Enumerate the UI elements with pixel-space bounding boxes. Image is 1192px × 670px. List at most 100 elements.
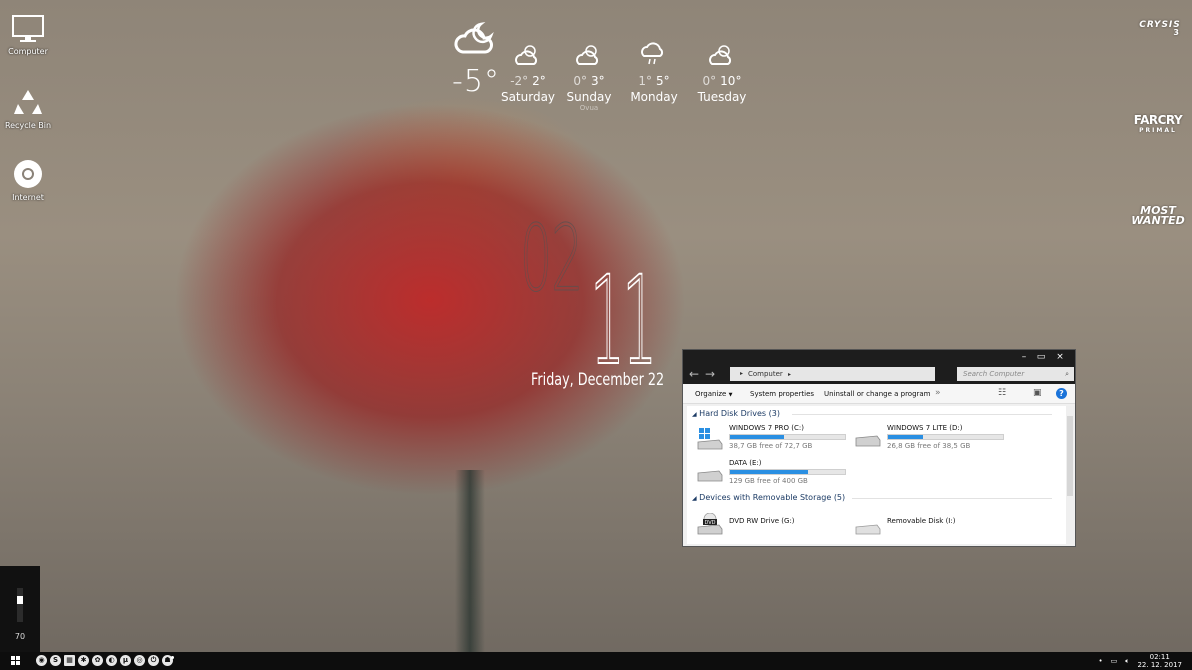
windows-drive-icon <box>697 428 723 450</box>
desktop-icon-internet[interactable]: Internet <box>4 158 52 202</box>
speaker-icon[interactable]: 🔈︎ <box>1125 657 1129 666</box>
forward-arrow-icon[interactable]: → <box>705 367 715 381</box>
forecast-day: -2° 2° Saturday <box>498 42 558 104</box>
minimize-icon[interactable]: – <box>1017 351 1031 363</box>
group-divider <box>792 414 1052 415</box>
uninstall-program-button[interactable]: Uninstall or change a program <box>824 390 931 398</box>
drive-g[interactable]: DVD DVD RW Drive (G:) <box>697 509 857 539</box>
address-bar[interactable]: ▸ Computer ▸ <box>730 367 935 381</box>
search-input[interactable]: Search Computer ⌕ <box>957 367 1074 381</box>
breadcrumb-arrow-icon: ▸ <box>740 370 744 377</box>
most-wanted-shortcut[interactable]: MOST WANTED <box>1130 205 1186 226</box>
volume-value: 70 <box>14 632 26 641</box>
crysis-3-shortcut[interactable]: CRYSIS 3 <box>1133 20 1187 37</box>
forecast-high: 3° <box>591 74 605 88</box>
forecast-high: 5° <box>656 74 670 88</box>
tray-time: 02:11 <box>1149 653 1170 661</box>
skype-icon[interactable]: S <box>50 655 61 666</box>
desktop-icon-label: Recycle Bin <box>4 121 52 130</box>
drive-name: DATA (E:) <box>729 459 762 467</box>
forecast-day-name: Tuesday <box>697 90 747 104</box>
taskbar: ◉ S ▦ ✱ ✿ ◐ µ ◎ ⏻ ☗ • ▭ 🔈︎ 02:11 22. 12.… <box>0 652 1192 670</box>
forecast-high: 2° <box>532 74 546 88</box>
bug-icon[interactable]: ✱ <box>78 655 89 666</box>
partly-cloudy-icon <box>709 45 732 65</box>
tray-clock[interactable]: 02:11 22. 12. 2017 <box>1137 653 1182 669</box>
desktop-icon-computer[interactable]: Computer <box>4 14 52 56</box>
organize-label: Organize <box>695 390 727 398</box>
group-header-hdd[interactable]: ◢ Hard Disk Drives (3) <box>692 409 1052 418</box>
forecast-low: -2° <box>510 74 529 88</box>
forecast-sub: Ovua <box>579 104 599 112</box>
drive-e[interactable]: DATA (E:) 129 GB free of 400 GB <box>697 459 857 489</box>
search-icon[interactable]: ⌕ <box>1065 367 1069 381</box>
preview-pane-icon[interactable]: ▣ <box>1033 388 1042 398</box>
group-header-removable[interactable]: ◢ Devices with Removable Storage (5) <box>692 493 1052 502</box>
hard-drive-icon <box>855 435 881 447</box>
recycle-bin-icon <box>14 90 42 114</box>
change-view-icon[interactable]: ☷ <box>998 388 1006 398</box>
forecast-low: 1° <box>638 74 652 88</box>
forecast-day: 1° 5° Monday <box>624 42 684 104</box>
drive-c[interactable]: WINDOWS 7 PRO (C:) 38,7 GB free of 72,7 … <box>697 424 857 454</box>
steam-icon[interactable]: ◎ <box>134 655 145 666</box>
forecast-day-name: Monday <box>630 90 678 104</box>
help-icon[interactable]: ? <box>1056 388 1067 399</box>
organize-button[interactable]: Organize ▼ <box>695 390 732 398</box>
group-title: Devices with Removable Storage (5) <box>699 493 846 502</box>
drive-usage-bar <box>729 469 846 475</box>
power-icon[interactable]: ⏻ <box>148 655 159 666</box>
forecast-low: 0° <box>702 74 717 88</box>
utorrent-icon[interactable]: µ <box>120 655 131 666</box>
contrast-icon[interactable]: ◐ <box>106 655 117 666</box>
weather-widget: -5° -2° 2° Saturday 0° 3° Sunday Ovua 1° 5°… <box>440 18 760 128</box>
chevron-down-icon: ▼ <box>728 392 733 398</box>
current-temperature: -5° <box>452 64 500 99</box>
drive-name: DVD RW Drive (G:) <box>729 517 795 525</box>
desktop-icon-recycle-bin[interactable]: Recycle Bin <box>4 86 52 130</box>
vertical-scrollbar[interactable] <box>1066 406 1074 544</box>
taskbar-pinned-apps: ◉ S ▦ ✱ ✿ ◐ µ ◎ ⏻ ☗ <box>36 655 173 666</box>
drive-name: WINDOWS 7 PRO (C:) <box>729 424 804 432</box>
drive-name: Removable Disk (I:) <box>887 517 956 525</box>
drive-d[interactable]: WINDOWS 7 LITE (D:) 26,8 GB free of 38,5… <box>855 424 1015 454</box>
breadcrumb-arrow-icon[interactable]: ▸ <box>788 371 791 378</box>
volume-widget[interactable]: 70 <box>0 566 40 652</box>
drive-name: WINDOWS 7 LITE (D:) <box>887 424 963 432</box>
drive-usage-fill <box>888 435 923 439</box>
system-tray: • ▭ 🔈︎ 02:11 22. 12. 2017 <box>1099 652 1183 670</box>
collapse-triangle-icon[interactable]: ◢ <box>692 495 697 502</box>
volume-slider-knob[interactable] <box>17 595 23 604</box>
desktop-icon-label: Computer <box>8 47 48 56</box>
rain-icon <box>641 42 664 65</box>
cloud-moon-icon <box>454 21 494 54</box>
farcry-primal-shortcut[interactable]: FARCRY PRIMAL <box>1130 113 1186 134</box>
calculator-icon[interactable]: ▦ <box>64 655 75 666</box>
drive-free-space: 129 GB free of 400 GB <box>729 477 808 485</box>
collapse-triangle-icon[interactable]: ◢ <box>692 411 697 418</box>
more-commands-button[interactable]: » <box>935 388 941 398</box>
removable-disk-icon <box>855 524 881 535</box>
chrome-icon[interactable]: ◉ <box>36 655 47 666</box>
close-icon[interactable]: × <box>1053 351 1067 363</box>
title-bar[interactable]: – ▭ × <box>683 350 1075 364</box>
settings-icon[interactable]: ✿ <box>92 655 103 666</box>
maximize-icon[interactable]: ▭ <box>1034 351 1048 363</box>
chrome-icon <box>14 160 42 188</box>
tray-dot-icon[interactable]: • <box>1099 657 1103 665</box>
system-properties-button[interactable]: System properties <box>750 390 814 398</box>
start-button[interactable] <box>11 656 21 666</box>
taskbar-indicator <box>171 656 174 659</box>
drive-i[interactable]: Removable Disk (I:) <box>855 509 1015 539</box>
network-icon[interactable]: ▭ <box>1111 657 1118 665</box>
back-arrow-icon[interactable]: ← <box>689 367 699 381</box>
partly-cloudy-icon <box>515 45 538 65</box>
forecast-day-name: Sunday <box>566 90 612 104</box>
group-title: Hard Disk Drives (3) <box>699 409 780 418</box>
drive-usage-bar <box>887 434 1004 440</box>
scrollbar-thumb[interactable] <box>1067 416 1073 496</box>
content-pane: ◢ Hard Disk Drives (3) WINDOWS 7 PRO (C:… <box>687 406 1067 544</box>
clock-hours: 02 <box>520 205 584 313</box>
drive-usage-bar <box>729 434 846 440</box>
volume-slider-track[interactable] <box>17 588 23 622</box>
